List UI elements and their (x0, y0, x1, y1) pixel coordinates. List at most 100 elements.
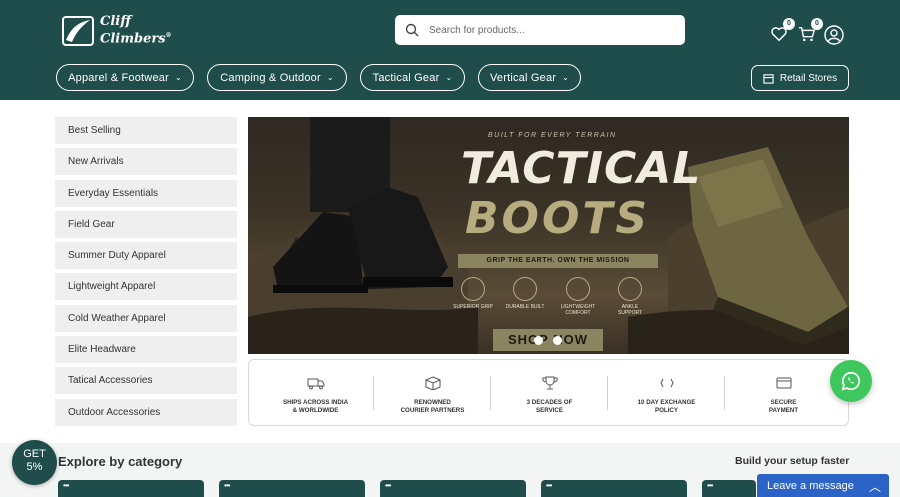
build-setup-link[interactable]: Build your setup faster (735, 455, 849, 467)
feature-line2: COURIER PARTNERS (400, 407, 465, 414)
wishlist-button[interactable]: 0 (770, 18, 795, 45)
banner-feature-label: LIGHTWEIGHT COMFORT (560, 304, 596, 316)
search-bar[interactable] (395, 15, 685, 45)
sidebar-item-new-arrivals[interactable]: New Arrivals (55, 148, 237, 176)
logo[interactable]: Cliff Climbers® (62, 14, 182, 48)
feature-line1: SHIPS ACROSS INDIA (282, 399, 349, 406)
sidebar-item-everyday-essentials[interactable]: Everyday Essentials (55, 179, 237, 207)
sidebar-item-field-gear[interactable]: Field Gear (55, 210, 237, 238)
chevron-up-icon: ︿ (868, 480, 881, 494)
feature-line1: 3 DECADES OF (526, 399, 573, 406)
sidebar-item-tactical-accessories[interactable]: Tatical Accessories (55, 367, 237, 395)
discount-badge-button[interactable]: GET 5% (12, 440, 57, 485)
banner-feature-label: ANKLE SUPPORT (617, 304, 643, 316)
sidebar-item-outdoor-accessories[interactable]: Outdoor Accessories (55, 398, 237, 426)
sidebar-item-summer-duty-apparel[interactable]: Summer Duty Apparel (55, 242, 237, 270)
sidebar-item-label: Cold Weather Apparel (68, 312, 166, 324)
chevron-down-icon: ⌄ (445, 73, 453, 82)
banner-strip: GRIP THE EARTH. OWN THE MISSION (458, 254, 658, 268)
registered-mark: ® (165, 32, 172, 40)
feature-payment: SECURE PAYMENT (725, 360, 842, 425)
sidebar-item-label: Outdoor Accessories (68, 406, 161, 418)
banner-feature-grip: SUPERIOR GRIP (453, 277, 493, 310)
nav-tactical-gear[interactable]: Tactical Gear ⌄ (360, 64, 465, 91)
user-icon (824, 25, 844, 45)
nav-label: Camping & Outdoor (220, 71, 321, 84)
category-sidebar: Best Selling New Arrivals Everyday Essen… (55, 117, 237, 430)
nav-vertical-gear[interactable]: Vertical Gear ⌄ (478, 64, 581, 91)
dots-icon: ••• (385, 481, 391, 490)
banner-feature-ankle: ANKLE SUPPORT (610, 277, 650, 316)
whatsapp-button[interactable] (830, 360, 872, 402)
feature-service: 3 DECADES OF SERVICE (491, 360, 608, 425)
feature-line1: RENOWNED (414, 399, 451, 406)
feature-line2: & WORLDWIDE (292, 407, 339, 414)
category-card[interactable]: ••• (541, 480, 687, 497)
store-icon (763, 73, 774, 84)
feature-line1: SECURE (770, 399, 797, 406)
banner-title-line1: TACTICAL (461, 143, 702, 194)
sidebar-item-lightweight-apparel[interactable]: Lightweight Apparel (55, 273, 237, 301)
nav-apparel-footwear[interactable]: Apparel & Footwear ⌄ (56, 64, 194, 91)
chevron-down-icon: ⌄ (326, 73, 334, 82)
retail-stores-label: Retail Stores (779, 72, 838, 84)
sidebar-item-label: Everyday Essentials (68, 187, 159, 199)
grip-icon (461, 277, 485, 301)
category-card[interactable]: ••• (380, 480, 526, 497)
chevron-down-icon: ⌄ (562, 73, 570, 82)
sidebar-item-label: Tatical Accessories (68, 375, 153, 387)
feature-exchange: 10 DAY EXCHANGE POLICY (608, 360, 725, 425)
feature-line2: SERVICE (535, 407, 564, 414)
trophy-icon (541, 376, 558, 390)
nav-camping-outdoor[interactable]: Camping & Outdoor ⌄ (207, 64, 347, 91)
feature-line1: 10 DAY EXCHANGE (637, 399, 696, 406)
top-header: Cliff Climbers® 0 0 Apparel & Footwear ⌄ (0, 0, 900, 100)
feature-line2: PAYMENT (768, 407, 799, 414)
banner-feature-lightweight: LIGHTWEIGHT COMFORT (558, 277, 598, 316)
banner-title-line2: BOOTS (465, 193, 651, 244)
sidebar-item-label: Field Gear (68, 218, 115, 230)
category-card[interactable]: ••• (219, 480, 365, 497)
retail-stores-button[interactable]: Retail Stores (751, 65, 849, 91)
sidebar-item-label: New Arrivals (68, 156, 124, 168)
category-card[interactable]: ••• (702, 480, 756, 497)
category-card[interactable]: ••• (58, 480, 204, 497)
explore-heading: Explore by category (58, 454, 183, 469)
nav-label: Tactical Gear (372, 71, 440, 84)
account-button[interactable] (824, 25, 844, 45)
feather-icon (566, 277, 590, 301)
dots-icon: ••• (63, 481, 69, 490)
sidebar-item-cold-weather-apparel[interactable]: Cold Weather Apparel (55, 304, 237, 332)
sidebar-item-best-selling[interactable]: Best Selling (55, 117, 237, 144)
features-bar: SHIPS ACROSS INDIA & WORLDWIDE RENOWNED CO… (248, 359, 849, 426)
chevron-down-icon: ⌄ (174, 73, 182, 82)
boot-icon (618, 277, 642, 301)
cart-badge: 0 (811, 18, 823, 30)
card-icon (776, 377, 791, 389)
carousel-dot-1[interactable] (534, 336, 543, 345)
sidebar-item-label: Lightweight Apparel (68, 281, 156, 293)
logo-icon (62, 16, 94, 46)
discount-line2: 5% (26, 461, 43, 473)
sidebar-item-elite-headware[interactable]: Elite Headware (55, 336, 237, 364)
whatsapp-icon (841, 371, 861, 391)
truck-icon (307, 378, 324, 390)
search-input[interactable] (429, 24, 669, 36)
leave-message-label: Leave a message (767, 479, 854, 492)
shop-now-button[interactable]: SHOP NOW (493, 329, 603, 351)
sidebar-item-label: Elite Headware (68, 344, 136, 356)
logo-line1: Cliff (100, 14, 131, 30)
feature-line2: POLICY (654, 407, 679, 414)
exchange-icon (659, 378, 674, 388)
wishlist-badge: 0 (783, 18, 795, 30)
dots-icon: ••• (546, 481, 552, 490)
logo-line2: Climbers (100, 31, 166, 47)
carousel-dot-2[interactable] (553, 336, 562, 345)
leave-message-button[interactable]: Leave a message ︿ (757, 474, 889, 497)
hero-banner[interactable]: BUILT FOR EVERY TERRAIN TACTICAL BOOTS G… (248, 117, 849, 354)
nav-label: Apparel & Footwear (68, 71, 169, 84)
dots-icon: ••• (224, 481, 230, 490)
sidebar-item-label: Best Selling (68, 125, 121, 136)
feature-shipping: SHIPS ACROSS INDIA & WORLDWIDE (257, 360, 374, 425)
cart-button[interactable]: 0 (798, 18, 823, 45)
